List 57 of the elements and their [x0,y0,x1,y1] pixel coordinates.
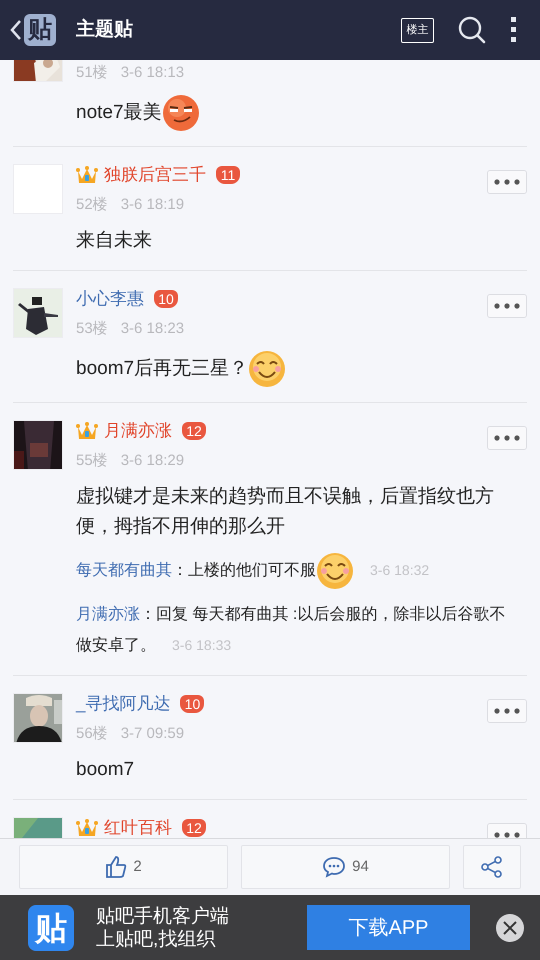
username-link[interactable]: 小心李惠 [76,286,144,312]
comment-button[interactable]: 94 [241,845,450,889]
post-text: 虚拟键才是未来的趋势而且不误触，后置指纹也方便，拇指不用伸的那么开 [76,485,495,539]
more-options-button[interactable] [487,426,527,450]
level-badge: 10 [180,695,204,713]
ellipsis-icon [494,832,520,838]
owner-only-button[interactable]: 楼主 [401,18,434,42]
level-badge: 12 [182,819,206,837]
post-text: boom7 [76,758,134,782]
ellipsis-icon [494,435,520,441]
crown-icon [76,818,98,838]
post-text: boom7后再无三星？ [76,357,248,381]
floor-number: 52楼 [76,196,108,214]
close-icon[interactable] [495,912,525,942]
floor-number: 53楼 [76,320,108,338]
thumbs-up-icon [105,855,128,879]
post-time: 3-6 18:13 [120,64,184,82]
more-options-button[interactable] [487,699,527,723]
share-icon [481,856,503,878]
post-time: 3-7 09:59 [120,725,184,743]
speech-bubble-icon [322,856,346,878]
more-menu-icon[interactable] [510,16,518,44]
page-title: 主题贴 [76,18,133,42]
post-time: 3-6 18:29 [120,452,184,470]
share-button[interactable] [463,845,521,889]
post-text: note7最美 [76,100,162,125]
back-button[interactable]: 贴 [10,14,56,46]
back-chevron-icon [10,19,22,41]
post-time: 3-6 18:19 [120,196,184,214]
username-link[interactable]: 红叶百科 [104,815,172,838]
search-icon[interactable] [458,16,486,44]
ellipsis-icon [494,708,520,714]
crown-icon [76,421,98,441]
floor-number: 51楼 [76,64,108,82]
ellipsis-icon [494,179,520,185]
reply-author-link[interactable]: 每天都有曲其 [76,562,172,580]
reply-author-link[interactable]: 月满亦涨 [76,606,140,623]
floor-number: 55楼 [76,452,108,470]
banner-title: 贴吧手机客户端 [96,904,229,928]
username-link[interactable]: 独朕后宫三千 [104,162,206,188]
download-button[interactable]: 下载APP [307,905,470,950]
app-logo: 贴 [24,14,56,46]
level-badge: 10 [154,290,178,308]
username-link[interactable]: 月满亦涨 [104,418,172,444]
banner-slogan: 上贴吧,找组织 [96,928,216,950]
post-time: 3-6 18:23 [120,320,184,338]
username-link[interactable]: _寻找阿凡达 [76,691,170,717]
more-options-button[interactable] [487,170,527,194]
ellipsis-icon [494,303,520,309]
app-logo: 贴 [28,904,74,950]
floor-number: 56楼 [76,725,108,743]
more-options-button[interactable] [487,294,527,318]
level-badge: 12 [182,422,206,440]
level-badge: 11 [216,166,240,184]
post-text: 来自未来 [76,229,152,253]
like-button[interactable]: 2 [19,845,228,889]
crown-icon [76,165,98,185]
